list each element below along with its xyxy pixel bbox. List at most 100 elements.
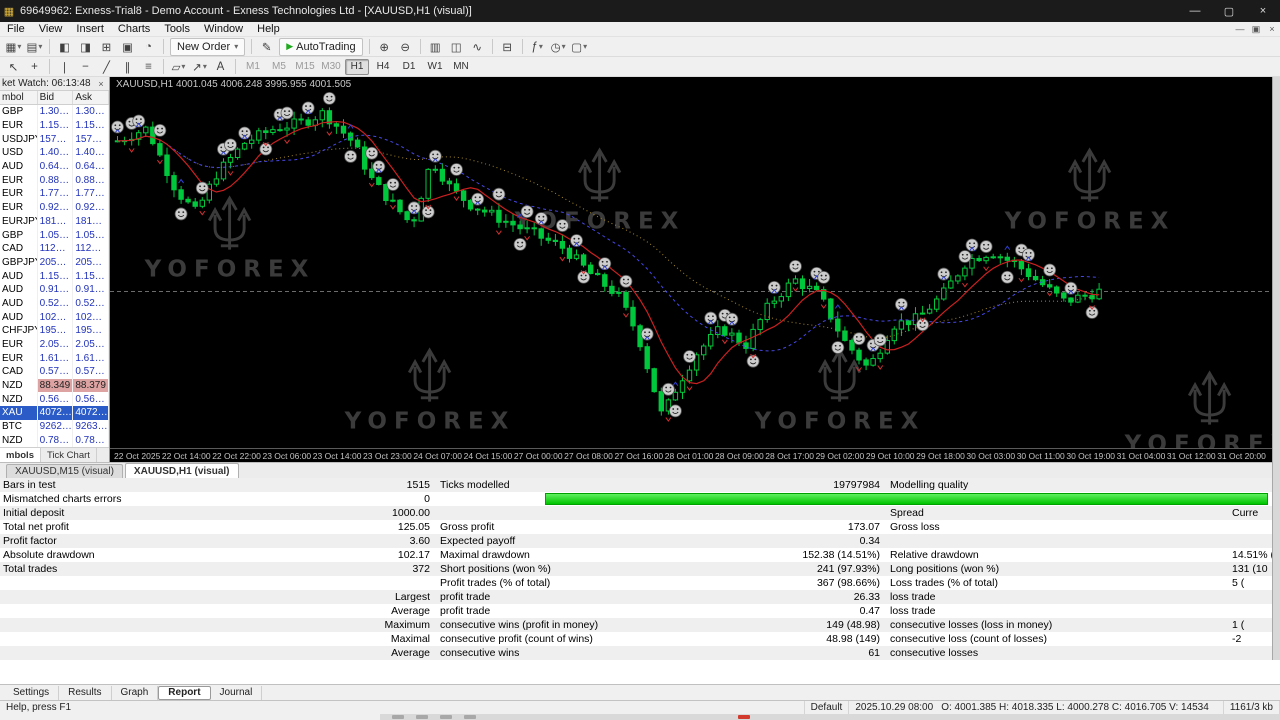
time-axis-label: 28 Oct 17:00 (765, 451, 814, 461)
tester-tab-results[interactable]: Results (59, 686, 111, 700)
fibo-icon[interactable]: ≡ (139, 58, 158, 76)
market-watch-tab-mbols[interactable]: mbols (0, 448, 41, 462)
menu-insert[interactable]: Insert (69, 23, 111, 35)
bar-chart-icon[interactable]: ▥ (426, 38, 445, 56)
metaeditor-icon[interactable]: ✎ (257, 38, 276, 56)
profiles-icon[interactable]: ▤▾ (25, 38, 44, 56)
report-row: Largestprofit trade26.33loss trade (0, 590, 1280, 604)
text-icon[interactable]: A (211, 58, 230, 76)
taskbar-app-icon[interactable] (392, 715, 404, 719)
timeframe-m5[interactable]: M5 (267, 59, 291, 75)
market-watch-row-aud[interactable]: AUD0.52…0.52… (0, 297, 109, 311)
market-watch-close-icon[interactable]: × (95, 79, 107, 89)
channel-icon[interactable]: ∥ (118, 58, 137, 76)
periods-icon[interactable]: ◷▾ (549, 38, 568, 56)
vline-icon[interactable]: ∣ (55, 58, 74, 76)
autotrading-button[interactable]: ▶AutoTrading (279, 38, 362, 56)
taskbar-app-icon[interactable] (440, 715, 452, 719)
navigator-icon[interactable]: ⊞ (97, 38, 116, 56)
timeframe-h4[interactable]: H4 (371, 59, 395, 75)
market-watch-row-aud[interactable]: AUD0.64…0.64… (0, 160, 109, 174)
strategy-tester-icon[interactable]: ◔ (139, 38, 158, 56)
close-button[interactable]: × (1246, 0, 1280, 22)
chart-tab-xauusd-m15-visual-[interactable]: XAUUSD,M15 (visual) (6, 464, 123, 478)
market-watch-row-aud[interactable]: AUD0.91…0.91… (0, 283, 109, 297)
tester-tab-graph[interactable]: Graph (112, 686, 159, 700)
zoom-in-icon[interactable]: ⊕ (375, 38, 394, 56)
market-watch-row-usd[interactable]: USD1.40…1.40… (0, 146, 109, 160)
market-watch-row-usdjpy[interactable]: USDJPY157…157… (0, 132, 109, 146)
child-minimize-button[interactable]: — (1232, 24, 1248, 34)
market-watch-row-eur[interactable]: EUR0.92…0.92… (0, 201, 109, 215)
price-chart-canvas[interactable] (110, 77, 1280, 448)
market-watch-row-gbp[interactable]: GBP1.05…1.05… (0, 228, 109, 242)
timeframe-h1[interactable]: H1 (345, 59, 369, 75)
tester-tab-journal[interactable]: Journal (211, 686, 263, 700)
taskbar-app-icon-red[interactable] (738, 715, 750, 719)
market-watch-row-eur[interactable]: EUR0.88…0.88… (0, 173, 109, 187)
market-watch-row-chfjpy[interactable]: CHFJPY195…195… (0, 324, 109, 338)
market-watch-row-gbp[interactable]: GBP1.30…1.30… (0, 105, 109, 119)
market-watch-row-eur[interactable]: EUR1.77…1.77… (0, 187, 109, 201)
timeframe-m1[interactable]: M1 (241, 59, 265, 75)
minimize-button[interactable]: — (1178, 0, 1212, 22)
status-profile[interactable]: Default (805, 701, 850, 714)
indicators-icon[interactable]: ƒ▾ (528, 38, 547, 56)
market-watch-row-cad[interactable]: CAD0.57…0.57… (0, 365, 109, 379)
new-chart-icon[interactable]: ▦▾ (4, 38, 23, 56)
crosshair-icon[interactable]: + (25, 58, 44, 76)
zoom-out-icon[interactable]: ⊖ (396, 38, 415, 56)
market-watch-row-btc[interactable]: BTC9262…9263… (0, 420, 109, 434)
candlestick-chart-icon[interactable]: ◫ (447, 38, 466, 56)
child-close-button[interactable]: × (1264, 24, 1280, 34)
market-watch-row-eurjpy[interactable]: EURJPY181…181… (0, 215, 109, 229)
timeframe-m30[interactable]: M30 (319, 59, 343, 75)
taskbar-app-icon[interactable] (416, 715, 428, 719)
taskbar-app-icon[interactable] (464, 715, 476, 719)
arrange-windows-icon[interactable]: ⊟ (498, 38, 517, 56)
menu-window[interactable]: Window (197, 23, 250, 35)
child-restore-button[interactable]: ▣ (1248, 24, 1264, 35)
chart-tab-xauusd-h1-visual-[interactable]: XAUUSD,H1 (visual) (125, 463, 239, 478)
hline-icon[interactable]: − (76, 58, 95, 76)
maximize-button[interactable]: ▢ (1212, 0, 1246, 22)
market-watch-row-cad[interactable]: CAD112…112… (0, 242, 109, 256)
tester-tab-report[interactable]: Report (158, 686, 210, 700)
vertical-scrollbar[interactable] (1272, 77, 1280, 660)
menu-charts[interactable]: Charts (111, 23, 157, 35)
data-window-icon[interactable]: ◨ (76, 38, 95, 56)
timeframe-m15[interactable]: M15 (293, 59, 317, 75)
trade-marker-smiley (408, 202, 420, 214)
market-watch-row-gbpjpy[interactable]: GBPJPY205…205… (0, 256, 109, 270)
chart-window[interactable]: XAUUSD,H1 4001.045 4006.248 3995.955 400… (110, 77, 1280, 462)
trendline-icon[interactable]: ╱ (97, 58, 116, 76)
market-watch-row-xau[interactable]: XAU4072…4072… (0, 406, 109, 420)
market-watch-row-aud[interactable]: AUD1.15…1.15… (0, 269, 109, 283)
tester-tab-settings[interactable]: Settings (4, 686, 59, 700)
terminal-icon[interactable]: ▣ (118, 38, 137, 56)
market-watch-row-nzd[interactable]: NZD0.78…0.78… (0, 434, 109, 448)
line-chart-icon[interactable]: ∿ (468, 38, 487, 56)
market-watch-tab-tick-chart[interactable]: Tick Chart (41, 448, 97, 462)
taskbar-icons[interactable] (380, 714, 1280, 720)
market-watch-row-nzd[interactable]: NZD0.56…0.56… (0, 392, 109, 406)
menu-view[interactable]: View (32, 23, 70, 35)
arrows-icon[interactable]: ↗▾ (190, 58, 209, 76)
market-watch-row-nzd[interactable]: NZD88.34988.379 (0, 379, 109, 393)
market-watch-icon[interactable]: ◧ (55, 38, 74, 56)
market-watch-row-aud[interactable]: AUD102…102… (0, 310, 109, 324)
market-watch-row-eur[interactable]: EUR1.61…1.61… (0, 351, 109, 365)
cursor-icon[interactable]: ↖ (4, 58, 23, 76)
timeframe-d1[interactable]: D1 (397, 59, 421, 75)
shapes-icon[interactable]: ▱▾ (169, 58, 188, 76)
new-order-button[interactable]: New Order▾ (170, 38, 245, 56)
templates-icon[interactable]: ▢▾ (570, 38, 589, 56)
menu-tools[interactable]: Tools (157, 23, 197, 35)
menu-help[interactable]: Help (250, 23, 287, 35)
menu-file[interactable]: File (0, 23, 32, 35)
market-watch-row-eur[interactable]: EUR2.05…2.05… (0, 338, 109, 352)
report-label: Total net profit (0, 521, 233, 533)
timeframe-mn[interactable]: MN (449, 59, 473, 75)
timeframe-w1[interactable]: W1 (423, 59, 447, 75)
market-watch-row-eur[interactable]: EUR1.15…1.15… (0, 119, 109, 133)
